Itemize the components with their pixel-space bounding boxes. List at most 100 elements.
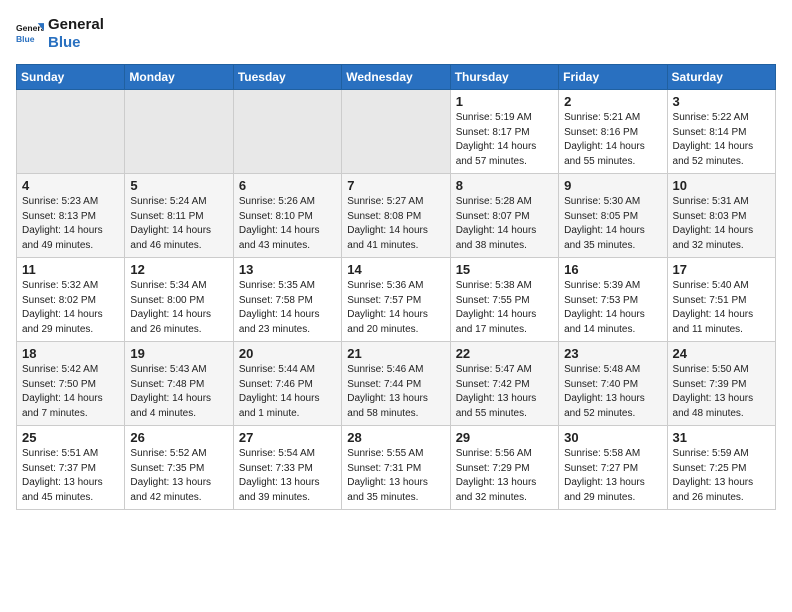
weekday-header-row: SundayMondayTuesdayWednesdayThursdayFrid…	[17, 65, 776, 90]
day-info: Sunrise: 5:50 AM Sunset: 7:39 PM Dayligh…	[673, 363, 771, 421]
day-info: Sunrise: 5:31 AM Sunset: 8:03 PM Dayligh…	[673, 195, 771, 253]
calendar-cell	[342, 90, 450, 174]
day-number: 5	[130, 178, 228, 193]
calendar-cell	[125, 90, 233, 174]
day-number: 9	[564, 178, 662, 193]
calendar-cell: 26 Sunrise: 5:52 AM Sunset: 7:35 PM Dayli…	[125, 426, 233, 510]
calendar-week-row: 11 Sunrise: 5:32 AM Sunset: 8:02 PM Dayli…	[17, 258, 776, 342]
day-info: Sunrise: 5:34 AM Sunset: 8:00 PM Dayligh…	[130, 279, 228, 337]
calendar-cell: 4 Sunrise: 5:23 AM Sunset: 8:13 PM Daylig…	[17, 174, 125, 258]
weekday-header-wednesday: Wednesday	[342, 65, 450, 90]
day-number: 22	[456, 346, 554, 361]
day-info: Sunrise: 5:56 AM Sunset: 7:29 PM Dayligh…	[456, 447, 554, 505]
day-number: 11	[22, 262, 120, 277]
day-number: 3	[673, 94, 771, 109]
calendar-table: SundayMondayTuesdayWednesdayThursdayFrid…	[16, 64, 776, 510]
calendar-cell: 11 Sunrise: 5:32 AM Sunset: 8:02 PM Dayli…	[17, 258, 125, 342]
day-info: Sunrise: 5:58 AM Sunset: 7:27 PM Dayligh…	[564, 447, 662, 505]
day-info: Sunrise: 5:47 AM Sunset: 7:42 PM Dayligh…	[456, 363, 554, 421]
day-info: Sunrise: 5:38 AM Sunset: 7:55 PM Dayligh…	[456, 279, 554, 337]
weekday-header-thursday: Thursday	[450, 65, 558, 90]
calendar-cell: 13Sunrise: 5:35 AM Sunset: 7:58 PM Dayli…	[233, 258, 341, 342]
day-number: 12	[130, 262, 228, 277]
day-info: Sunrise: 5:22 AM Sunset: 8:14 PM Dayligh…	[673, 111, 771, 169]
day-number: 10	[673, 178, 771, 193]
day-number: 23	[564, 346, 662, 361]
calendar-cell: 28 Sunrise: 5:55 AM Sunset: 7:31 PM Dayli…	[342, 426, 450, 510]
calendar-week-row: 4 Sunrise: 5:23 AM Sunset: 8:13 PM Daylig…	[17, 174, 776, 258]
day-number: 30	[564, 430, 662, 445]
calendar-cell: 2 Sunrise: 5:21 AM Sunset: 8:16 PM Daylig…	[559, 90, 667, 174]
logo-text: GeneralBlue	[48, 16, 104, 52]
calendar-cell: 22 Sunrise: 5:47 AM Sunset: 7:42 PM Dayli…	[450, 342, 558, 426]
day-number: 15	[456, 262, 554, 277]
calendar-cell: 24 Sunrise: 5:50 AM Sunset: 7:39 PM Dayli…	[667, 342, 775, 426]
calendar-cell: 6 Sunrise: 5:26 AM Sunset: 8:10 PM Daylig…	[233, 174, 341, 258]
day-info: Sunrise: 5:24 AM Sunset: 8:11 PM Dayligh…	[130, 195, 228, 253]
weekday-header-friday: Friday	[559, 65, 667, 90]
day-info: Sunrise: 5:59 AM Sunset: 7:25 PM Dayligh…	[673, 447, 771, 505]
calendar-cell: 12 Sunrise: 5:34 AM Sunset: 8:00 PM Dayli…	[125, 258, 233, 342]
calendar-cell: 15 Sunrise: 5:38 AM Sunset: 7:55 PM Dayli…	[450, 258, 558, 342]
calendar-cell: 1 Sunrise: 5:19 AM Sunset: 8:17 PM Daylig…	[450, 90, 558, 174]
day-number: 26	[130, 430, 228, 445]
calendar-cell: 31 Sunrise: 5:59 AM Sunset: 7:25 PM Dayli…	[667, 426, 775, 510]
calendar-week-row: 25 Sunrise: 5:51 AM Sunset: 7:37 PM Dayli…	[17, 426, 776, 510]
day-number: 1	[456, 94, 554, 109]
calendar-cell: 30 Sunrise: 5:58 AM Sunset: 7:27 PM Dayli…	[559, 426, 667, 510]
day-number: 8	[456, 178, 554, 193]
day-number: 19	[130, 346, 228, 361]
day-number: 28	[347, 430, 445, 445]
logo: General Blue GeneralBlue	[16, 16, 104, 52]
page-header: General Blue GeneralBlue	[16, 16, 776, 52]
day-number: 18	[22, 346, 120, 361]
calendar-cell: 7 Sunrise: 5:27 AM Sunset: 8:08 PM Daylig…	[342, 174, 450, 258]
day-number: 14	[347, 262, 445, 277]
day-info: Sunrise: 5:30 AM Sunset: 8:05 PM Dayligh…	[564, 195, 662, 253]
calendar-cell: 20 Sunrise: 5:44 AM Sunset: 7:46 PM Dayli…	[233, 342, 341, 426]
calendar-cell: 5 Sunrise: 5:24 AM Sunset: 8:11 PM Daylig…	[125, 174, 233, 258]
day-number: 7	[347, 178, 445, 193]
calendar-cell: 19Sunrise: 5:43 AM Sunset: 7:48 PM Dayli…	[125, 342, 233, 426]
day-info: Sunrise: 5:35 AM Sunset: 7:58 PM Dayligh…	[239, 279, 337, 337]
day-info: Sunrise: 5:23 AM Sunset: 8:13 PM Dayligh…	[22, 195, 120, 253]
day-info: Sunrise: 5:55 AM Sunset: 7:31 PM Dayligh…	[347, 447, 445, 505]
weekday-header-monday: Monday	[125, 65, 233, 90]
calendar-cell: 10 Sunrise: 5:31 AM Sunset: 8:03 PM Dayli…	[667, 174, 775, 258]
calendar-cell: 27Sunrise: 5:54 AM Sunset: 7:33 PM Dayli…	[233, 426, 341, 510]
day-info: Sunrise: 5:42 AM Sunset: 7:50 PM Dayligh…	[22, 363, 120, 421]
day-number: 25	[22, 430, 120, 445]
day-info: Sunrise: 5:51 AM Sunset: 7:37 PM Dayligh…	[22, 447, 120, 505]
day-number: 21	[347, 346, 445, 361]
day-number: 6	[239, 178, 337, 193]
day-info: Sunrise: 5:44 AM Sunset: 7:46 PM Dayligh…	[239, 363, 337, 421]
day-number: 20	[239, 346, 337, 361]
calendar-cell: 8 Sunrise: 5:28 AM Sunset: 8:07 PM Daylig…	[450, 174, 558, 258]
day-number: 31	[673, 430, 771, 445]
calendar-cell: 18 Sunrise: 5:42 AM Sunset: 7:50 PM Dayli…	[17, 342, 125, 426]
calendar-cell	[233, 90, 341, 174]
day-number: 2	[564, 94, 662, 109]
day-info: Sunrise: 5:32 AM Sunset: 8:02 PM Dayligh…	[22, 279, 120, 337]
day-info: Sunrise: 5:39 AM Sunset: 7:53 PM Dayligh…	[564, 279, 662, 337]
day-info: Sunrise: 5:36 AM Sunset: 7:57 PM Dayligh…	[347, 279, 445, 337]
calendar-week-row: 18 Sunrise: 5:42 AM Sunset: 7:50 PM Dayli…	[17, 342, 776, 426]
day-info: Sunrise: 5:26 AM Sunset: 8:10 PM Dayligh…	[239, 195, 337, 253]
svg-text:Blue: Blue	[16, 34, 35, 44]
day-number: 4	[22, 178, 120, 193]
calendar-week-row: 1 Sunrise: 5:19 AM Sunset: 8:17 PM Daylig…	[17, 90, 776, 174]
day-info: Sunrise: 5:19 AM Sunset: 8:17 PM Dayligh…	[456, 111, 554, 169]
day-info: Sunrise: 5:27 AM Sunset: 8:08 PM Dayligh…	[347, 195, 445, 253]
day-info: Sunrise: 5:21 AM Sunset: 8:16 PM Dayligh…	[564, 111, 662, 169]
calendar-cell: 16 Sunrise: 5:39 AM Sunset: 7:53 PM Dayli…	[559, 258, 667, 342]
weekday-header-sunday: Sunday	[17, 65, 125, 90]
day-number: 17	[673, 262, 771, 277]
day-number: 16	[564, 262, 662, 277]
calendar-cell: 23 Sunrise: 5:48 AM Sunset: 7:40 PM Dayli…	[559, 342, 667, 426]
day-info: Sunrise: 5:28 AM Sunset: 8:07 PM Dayligh…	[456, 195, 554, 253]
day-number: 24	[673, 346, 771, 361]
day-info: Sunrise: 5:48 AM Sunset: 7:40 PM Dayligh…	[564, 363, 662, 421]
day-number: 27	[239, 430, 337, 445]
day-info: Sunrise: 5:52 AM Sunset: 7:35 PM Dayligh…	[130, 447, 228, 505]
calendar-cell: 17Sunrise: 5:40 AM Sunset: 7:51 PM Dayli…	[667, 258, 775, 342]
